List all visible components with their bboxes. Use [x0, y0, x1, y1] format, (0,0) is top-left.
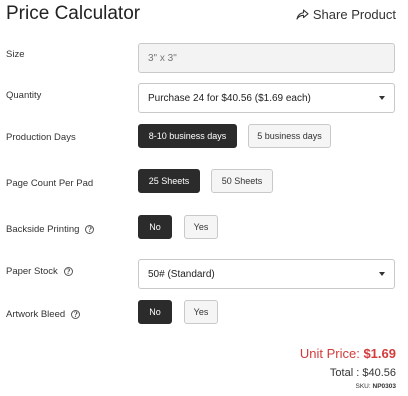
info-icon[interactable]: ? [85, 225, 95, 234]
size-label: Size [6, 49, 24, 60]
sku-label: SKU: [355, 383, 371, 390]
size-label-text: Size [6, 49, 25, 60]
backside-printing-label: Backside Printing ? [6, 224, 95, 235]
page-title: Price Calculator [6, 3, 141, 24]
quantity-label-text: Quantity [6, 90, 42, 101]
share-icon [296, 8, 309, 20]
share-product-label: Share Product [312, 7, 396, 22]
artwork-bleed-label: Artwork Bleed ? [6, 309, 81, 320]
share-product-button[interactable]: Share Product [296, 7, 396, 22]
backside-printing-option-yes[interactable]: Yes [184, 215, 218, 239]
info-icon[interactable]: ? [71, 310, 81, 319]
page-count-option-25[interactable]: 25 Sheets [138, 169, 200, 193]
quantity-select[interactable]: Purchase 24 for $40.56 ($1.69 each) [138, 83, 395, 113]
production-days-label: Production Days [6, 132, 76, 143]
total-value: $40.56 [362, 367, 396, 379]
page-count-label-text: Page Count Per Pad [6, 178, 94, 189]
paper-stock-selected-value: 50# (Standard) [148, 268, 215, 280]
production-days-option-8-10[interactable]: 8-10 business days [138, 124, 237, 148]
unit-price-value: $1.69 [363, 346, 396, 361]
production-days-option-5[interactable]: 5 business days [248, 124, 331, 148]
page-count-label: Page Count Per Pad [6, 178, 93, 189]
page-count-option-50[interactable]: 50 Sheets [211, 169, 273, 193]
size-value: 3" x 3" [148, 52, 177, 64]
artwork-bleed-option-no[interactable]: No [138, 300, 172, 324]
production-days-label-text: Production Days [6, 132, 76, 143]
backside-printing-label-text: Backside Printing [6, 224, 80, 235]
chevron-down-icon [379, 96, 385, 100]
artwork-bleed-option-yes[interactable]: Yes [184, 300, 218, 324]
total-price: Total : $40.56 [330, 367, 396, 379]
unit-price: Unit Price: $1.69 [300, 346, 396, 361]
unit-price-label: Unit Price: [299, 346, 360, 361]
size-field: 3" x 3" [138, 43, 395, 73]
quantity-label: Quantity [6, 90, 41, 101]
paper-stock-label-text: Paper Stock [6, 266, 58, 277]
sku: SKU: NP0303 [356, 383, 396, 390]
total-label: Total : [329, 367, 360, 379]
paper-stock-select[interactable]: 50# (Standard) [138, 259, 395, 289]
paper-stock-label: Paper Stock ? [6, 266, 73, 277]
sku-value: NP0303 [372, 383, 397, 390]
artwork-bleed-label-text: Artwork Bleed [6, 309, 66, 320]
chevron-down-icon [379, 272, 385, 276]
info-icon[interactable]: ? [63, 267, 73, 276]
quantity-selected-value: Purchase 24 for $40.56 ($1.69 each) [148, 92, 311, 104]
backside-printing-option-no[interactable]: No [138, 215, 172, 239]
